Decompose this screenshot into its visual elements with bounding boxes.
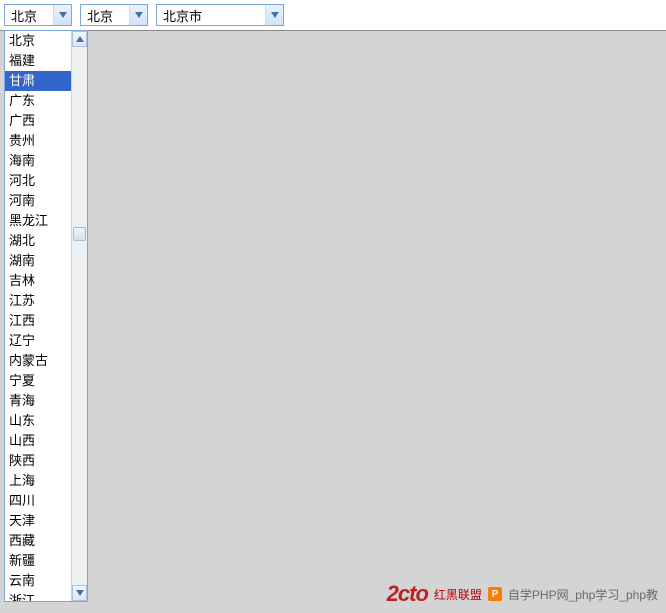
chevron-down-icon <box>271 12 279 18</box>
dropdown-item[interactable]: 河南 <box>5 191 71 211</box>
dropdown-item[interactable]: 西藏 <box>5 531 71 551</box>
dropdown-item[interactable]: 四川 <box>5 491 71 511</box>
district-combo-trigger[interactable] <box>265 5 283 25</box>
district-combo[interactable]: 北京市 <box>156 4 284 26</box>
dropdown-item[interactable]: 甘肃 <box>5 71 71 91</box>
district-combo-value: 北京市 <box>157 4 265 27</box>
province-combo[interactable]: 北京 <box>4 4 72 26</box>
dropdown-item[interactable]: 湖南 <box>5 251 71 271</box>
dropdown-item[interactable]: 山东 <box>5 411 71 431</box>
chevron-down-icon <box>59 12 67 18</box>
dropdown-item[interactable]: 江苏 <box>5 291 71 311</box>
footer-site: 红黑联盟 <box>434 586 482 603</box>
city-combo[interactable]: 北京 <box>80 4 148 26</box>
dropdown-item[interactable]: 湖北 <box>5 231 71 251</box>
dropdown-scrollbar[interactable] <box>71 31 87 601</box>
province-combo-trigger[interactable] <box>53 5 71 25</box>
dropdown-item[interactable]: 山西 <box>5 431 71 451</box>
chevron-down-icon <box>76 590 84 596</box>
dropdown-item[interactable]: 黑龙江 <box>5 211 71 231</box>
dropdown-item[interactable]: 浙江 <box>5 591 71 601</box>
dropdown-item[interactable]: 辽宁 <box>5 331 71 351</box>
dropdown-item[interactable]: 贵州 <box>5 131 71 151</box>
dropdown-item[interactable]: 广西 <box>5 111 71 131</box>
dropdown-item[interactable]: 福建 <box>5 51 71 71</box>
province-dropdown: 北京福建甘肃广东广西贵州海南河北河南黑龙江湖北湖南吉林江苏江西辽宁内蒙古宁夏青海… <box>4 30 88 602</box>
scrollbar-up-button[interactable] <box>72 31 87 47</box>
footer-link[interactable]: 自学PHP网_php学习_php教 <box>508 586 658 603</box>
scrollbar-track[interactable] <box>72 47 87 585</box>
dropdown-item[interactable]: 青海 <box>5 391 71 411</box>
dropdown-item[interactable]: 宁夏 <box>5 371 71 391</box>
scrollbar-down-button[interactable] <box>72 585 87 601</box>
dropdown-item[interactable]: 内蒙古 <box>5 351 71 371</box>
footer-logo: 2cto <box>387 581 428 607</box>
dropdown-item[interactable]: 天津 <box>5 511 71 531</box>
dropdown-item[interactable]: 吉林 <box>5 271 71 291</box>
dropdown-item[interactable]: 新疆 <box>5 551 71 571</box>
scrollbar-thumb[interactable] <box>73 227 86 241</box>
city-combo-value: 北京 <box>81 4 129 27</box>
top-bar: 北京 北京 北京市 <box>0 0 666 31</box>
php-icon: P <box>488 587 502 601</box>
dropdown-item[interactable]: 云南 <box>5 571 71 591</box>
chevron-down-icon <box>135 12 143 18</box>
city-combo-trigger[interactable] <box>129 5 147 25</box>
province-dropdown-list[interactable]: 北京福建甘肃广东广西贵州海南河北河南黑龙江湖北湖南吉林江苏江西辽宁内蒙古宁夏青海… <box>5 31 71 601</box>
dropdown-item[interactable]: 海南 <box>5 151 71 171</box>
dropdown-item[interactable]: 河北 <box>5 171 71 191</box>
province-combo-value: 北京 <box>5 4 53 27</box>
dropdown-item[interactable]: 上海 <box>5 471 71 491</box>
dropdown-item[interactable]: 陕西 <box>5 451 71 471</box>
dropdown-item[interactable]: 江西 <box>5 311 71 331</box>
dropdown-item[interactable]: 北京 <box>5 31 71 51</box>
footer: 2cto 红黑联盟 P 自学PHP网_php学习_php教 <box>387 581 658 607</box>
dropdown-item[interactable]: 广东 <box>5 91 71 111</box>
chevron-up-icon <box>76 36 84 42</box>
